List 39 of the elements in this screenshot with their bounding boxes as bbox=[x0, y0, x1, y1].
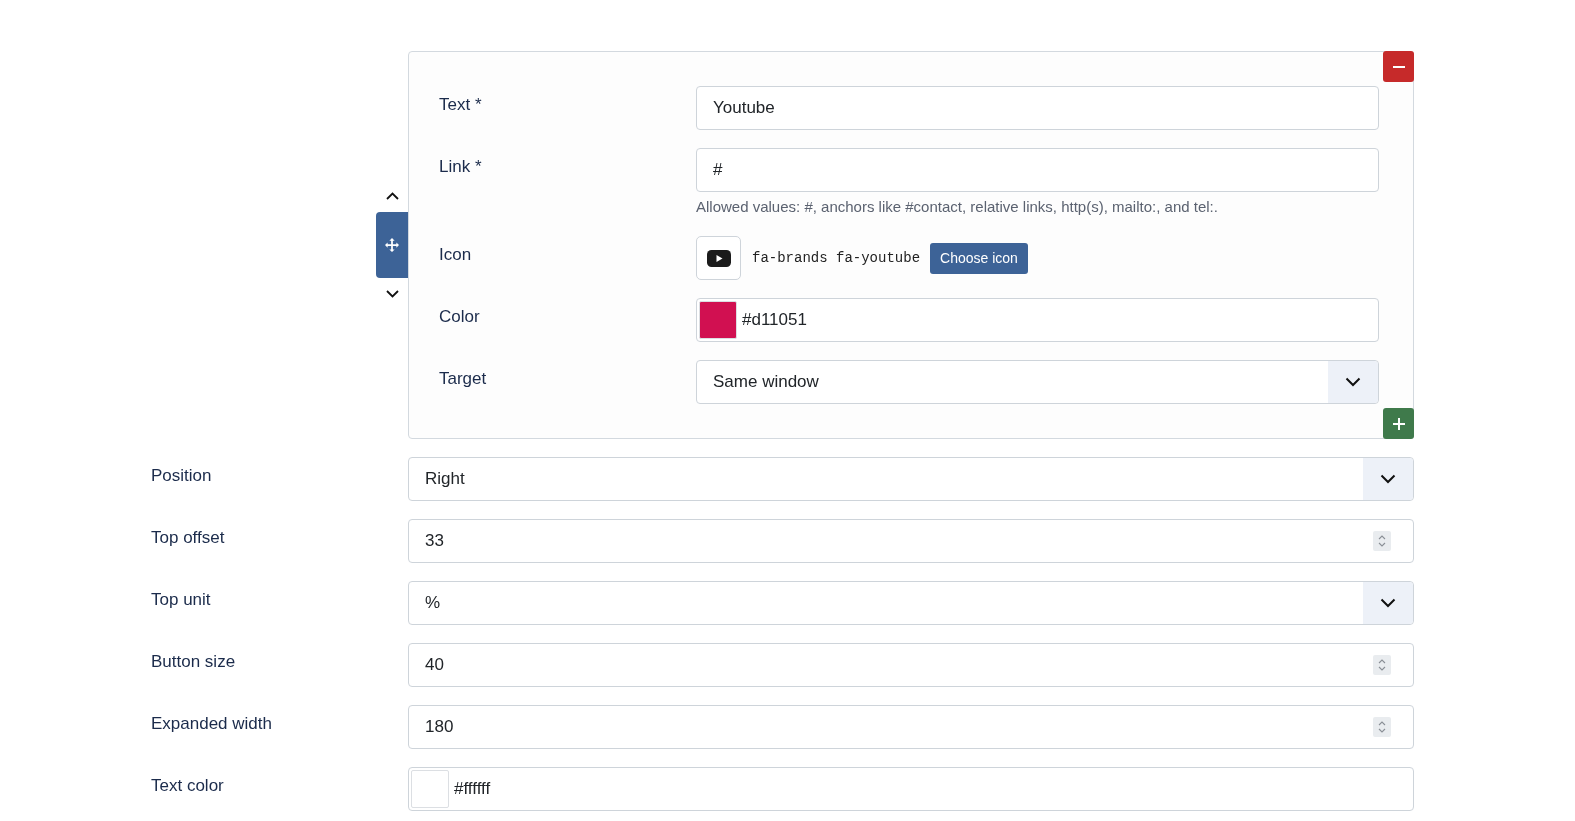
field-label: Link * bbox=[439, 156, 482, 178]
field-label: Top unit bbox=[151, 589, 211, 611]
text-input[interactable]: # bbox=[696, 148, 1379, 192]
field-label: Text color bbox=[151, 775, 224, 797]
field-label: Top offset bbox=[151, 527, 225, 549]
chevron-down-icon bbox=[1363, 582, 1413, 624]
spinner-icon[interactable] bbox=[1373, 717, 1391, 737]
chevron-up-icon[interactable] bbox=[385, 192, 399, 200]
select-dropdown[interactable]: Same window bbox=[696, 360, 1379, 404]
drag-handle[interactable] bbox=[376, 212, 408, 278]
select-dropdown[interactable]: % bbox=[408, 581, 1414, 625]
field-label: Target bbox=[439, 368, 487, 390]
help-text: Allowed values: #, anchors like #contact, relative links, http(s), mailto:, and tel:. bbox=[696, 197, 1219, 217]
remove-button[interactable] bbox=[1383, 51, 1414, 82]
add-button[interactable] bbox=[1383, 408, 1414, 439]
color-input[interactable]: #d11051 bbox=[696, 298, 1379, 342]
field-label: Text * bbox=[439, 94, 482, 116]
icon-class-text: fa-brands fa-youtube bbox=[752, 250, 921, 266]
choose-icon-button[interactable]: Choose icon bbox=[930, 242, 1028, 274]
color-input[interactable]: #ffffff bbox=[408, 767, 1414, 811]
spinner-icon[interactable] bbox=[1373, 655, 1391, 675]
move-icon bbox=[385, 238, 399, 252]
spinner-icon[interactable] bbox=[1373, 531, 1391, 551]
video-play-icon bbox=[706, 249, 731, 267]
minus-icon bbox=[1392, 65, 1405, 68]
field-label: Icon bbox=[439, 244, 472, 266]
number-input[interactable]: 33 bbox=[408, 519, 1414, 563]
chevron-down-icon[interactable] bbox=[385, 290, 399, 298]
chevron-down-icon bbox=[1328, 361, 1378, 403]
number-input[interactable]: 40 bbox=[408, 643, 1414, 687]
plus-icon bbox=[1392, 417, 1405, 430]
chevron-down-icon bbox=[1363, 458, 1413, 500]
select-dropdown[interactable]: Right bbox=[408, 457, 1414, 501]
field-label: Position bbox=[151, 465, 212, 487]
number-input[interactable]: 180 bbox=[408, 705, 1414, 749]
field-label: Expanded width bbox=[151, 713, 272, 735]
text-input[interactable]: Youtube bbox=[696, 86, 1379, 130]
field-label: Button size bbox=[151, 651, 236, 673]
field-label: Color bbox=[439, 306, 480, 328]
